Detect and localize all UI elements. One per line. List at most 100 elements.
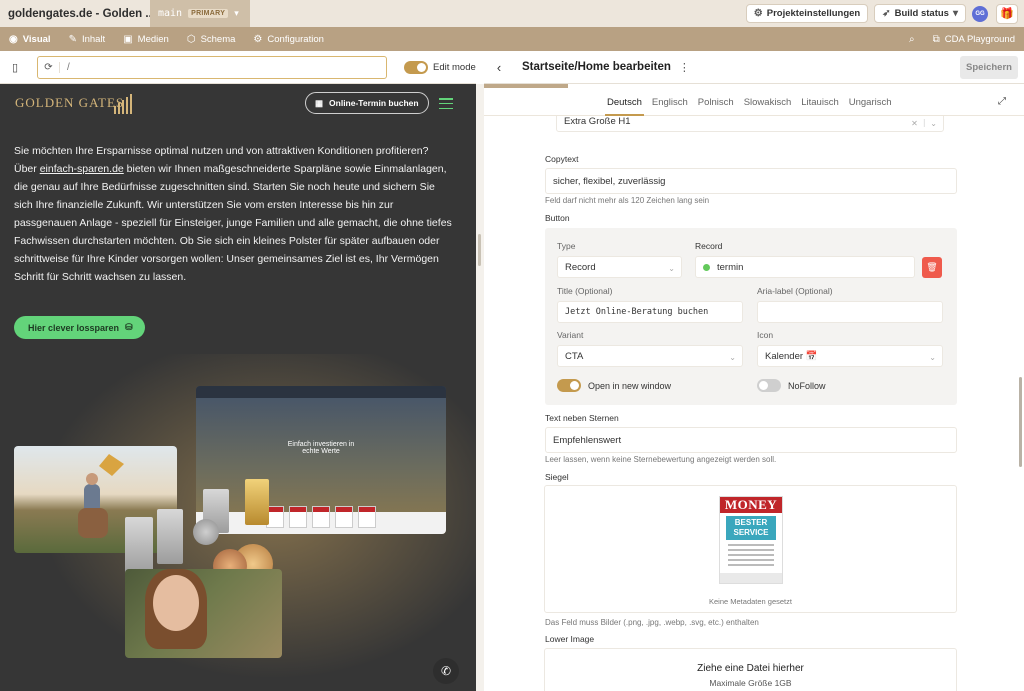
search-button[interactable]: ⌕ bbox=[900, 27, 924, 51]
tab-deutsch[interactable]: Deutsch bbox=[602, 88, 647, 116]
intro-text-end: bieten wir Ihnen maßgeschneiderte Sparpl… bbox=[14, 163, 452, 283]
more-options-icon[interactable]: ⋮ bbox=[671, 61, 690, 74]
variant-value: CTA bbox=[565, 350, 584, 362]
mini-seal bbox=[289, 506, 307, 528]
record-value: termin bbox=[717, 261, 744, 273]
copytext-label: Copytext bbox=[545, 154, 579, 164]
site-title[interactable]: goldengates.de - Golden ... bbox=[0, 8, 150, 20]
mockup-title: Einfach investieren in echte Werte bbox=[196, 441, 446, 455]
button-group: Type Record ⌄ Record termin Title (Optio… bbox=[545, 228, 957, 405]
seal-metadata: Keine Metadaten gesetzt bbox=[709, 597, 792, 606]
delete-button[interactable]: 🗑 bbox=[922, 257, 942, 278]
lower-image-dropzone[interactable]: Ziehe eine Datei hierher Maximale Größe … bbox=[544, 648, 957, 691]
seal-label: Siegel bbox=[545, 472, 569, 482]
copytext-hint: Feld darf nicht mehr als 120 Zeichen lan… bbox=[545, 196, 710, 205]
editor-scrollbar[interactable] bbox=[1019, 377, 1022, 467]
chevron-down-icon: ▾ bbox=[234, 8, 239, 18]
nav-medien[interactable]: ▣ Medien bbox=[114, 27, 178, 51]
button-section-label: Button bbox=[545, 213, 570, 223]
intro-link[interactable]: einfach-sparen.de bbox=[40, 163, 124, 175]
cda-playground-button[interactable]: ⧉ CDA Playground bbox=[924, 27, 1024, 51]
project-settings-button[interactable]: ⚙ Projekteinstellungen bbox=[745, 4, 869, 23]
tab-polnisch[interactable]: Polnisch bbox=[693, 88, 739, 116]
heading-size-select[interactable]: Extra Große H1 ✕ ｜ ⌄ bbox=[556, 116, 944, 132]
intro-paragraph: Sie möchten Ihre Ersparnisse optimal nut… bbox=[14, 142, 454, 286]
edit-mode-switch[interactable] bbox=[404, 60, 428, 74]
mobile-device-icon[interactable]: ▯ bbox=[0, 61, 30, 74]
editor-title: Startseite/Home bearbeiten bbox=[522, 61, 671, 73]
type-select[interactable]: Record ⌄ bbox=[557, 256, 682, 278]
variant-select[interactable]: CTA ⌄ bbox=[557, 345, 743, 367]
search-icon: ⌕ bbox=[909, 33, 915, 45]
editor-form: Extra Große H1 ✕ ｜ ⌄ Copytext sicher, fl… bbox=[484, 116, 1016, 691]
cube-icon: ⬡ bbox=[186, 33, 196, 45]
record-field[interactable]: termin bbox=[695, 256, 915, 278]
code-icon: ⧉ bbox=[932, 33, 940, 45]
smiling-woman-image bbox=[125, 569, 282, 658]
book-appointment-button[interactable]: ▦ Online-Termin buchen bbox=[305, 92, 429, 114]
save-now-button[interactable]: Hier clever lossparen ⛁ bbox=[14, 316, 145, 339]
expand-icon[interactable]: ⤢ bbox=[998, 96, 1006, 107]
logo[interactable]: GOLDEN GATES bbox=[15, 95, 124, 111]
new-window-toggle[interactable]: Open in new window bbox=[557, 379, 671, 392]
trash-icon: 🗑 bbox=[926, 262, 938, 272]
tab-litauisch[interactable]: Litauisch bbox=[796, 88, 844, 116]
tab-englisch[interactable]: Englisch bbox=[647, 88, 693, 116]
money-award-seal[interactable]: MONEY BESTER SERVICE bbox=[719, 496, 783, 584]
coins-icon: ⛁ bbox=[125, 322, 133, 332]
refresh-icon[interactable]: ⟳ bbox=[38, 61, 60, 73]
seal-award: BESTER SERVICE bbox=[726, 516, 776, 540]
mini-seal bbox=[312, 506, 330, 528]
stars-text-field[interactable]: Empfehlenswert bbox=[545, 427, 957, 453]
stars-hint: Leer lassen, wenn keine Sternebewertung … bbox=[545, 455, 777, 464]
back-arrow-icon[interactable]: ‹ bbox=[484, 60, 514, 75]
book-appointment-label: Online-Termin buchen bbox=[329, 98, 419, 108]
aria-label-input[interactable] bbox=[757, 301, 943, 323]
save-button[interactable]: Speichern bbox=[960, 56, 1018, 79]
title-label: Title (Optional) bbox=[557, 286, 613, 296]
dropzone-size-hint: Maximale Größe 1GB bbox=[709, 678, 792, 688]
tab-slowakisch[interactable]: Slowakisch bbox=[739, 88, 797, 116]
build-status-button[interactable]: ➶ Build status ▾ bbox=[874, 4, 966, 23]
nav-configuration[interactable]: ⚙ Configuration bbox=[244, 27, 332, 51]
nav-schema[interactable]: ⬡ Schema bbox=[178, 27, 245, 51]
record-status-dot bbox=[703, 263, 710, 271]
preview-url-field[interactable]: ⟳ / bbox=[37, 55, 387, 79]
gift-icon[interactable]: 🎁 bbox=[996, 3, 1018, 24]
edit-mode-toggle[interactable]: Edit mode bbox=[404, 60, 476, 74]
tab-ungarisch[interactable]: Ungarisch bbox=[844, 88, 897, 116]
silver-coin bbox=[193, 519, 219, 545]
seal-footer bbox=[720, 573, 782, 583]
gold-bar bbox=[245, 479, 269, 525]
nofollow-switch[interactable] bbox=[757, 379, 781, 392]
copytext-field[interactable]: sicher, flexibel, zuverlässig bbox=[545, 168, 957, 194]
nav-inhalt-label: Inhalt bbox=[81, 33, 106, 45]
phone-icon[interactable]: ✆ bbox=[433, 658, 459, 684]
icon-select[interactable]: Kalender 📅 ⌄ bbox=[757, 345, 943, 367]
hamburger-menu-icon[interactable] bbox=[439, 98, 453, 109]
avatar[interactable]: GG bbox=[972, 5, 988, 22]
save-now-label: Hier clever lossparen bbox=[28, 322, 120, 333]
panel-splitter[interactable] bbox=[476, 84, 484, 691]
preview-header: GOLDEN GATES ▦ Online-Termin buchen bbox=[0, 84, 476, 122]
mockup-title-line-1: Einfach investieren in bbox=[287, 441, 355, 448]
dropzone-text: Ziehe eine Datei hierher bbox=[697, 663, 804, 674]
edit-mode-label: Edit mode bbox=[433, 61, 476, 73]
rocket-icon: ➶ bbox=[882, 8, 891, 19]
nav-inhalt[interactable]: ✎ Inhalt bbox=[60, 27, 115, 51]
new-window-label: Open in new window bbox=[588, 380, 672, 391]
nofollow-toggle[interactable]: NoFollow bbox=[757, 379, 826, 392]
seal-brand: MONEY bbox=[720, 497, 782, 513]
branch-selector[interactable]: main PRIMARY ▾ bbox=[150, 0, 250, 27]
preview-url-value[interactable]: / bbox=[60, 62, 70, 73]
build-status-label: Build status bbox=[894, 8, 949, 19]
heading-size-value: Extra Große H1 bbox=[564, 116, 631, 127]
project-settings-label: Projekteinstellungen bbox=[766, 8, 861, 19]
nav-visual[interactable]: ◉ Visual bbox=[0, 27, 60, 51]
new-window-switch[interactable] bbox=[557, 379, 581, 392]
seal-image-field[interactable]: MONEY BESTER SERVICE Keine Metadaten ges… bbox=[544, 485, 957, 613]
title-input[interactable]: Jetzt Online-Beratung buchen bbox=[557, 301, 743, 323]
top-bar: goldengates.de - Golden ... main PRIMARY… bbox=[0, 0, 1024, 27]
splitter-grip[interactable] bbox=[478, 234, 481, 266]
cda-playground-label: CDA Playground bbox=[944, 33, 1015, 45]
